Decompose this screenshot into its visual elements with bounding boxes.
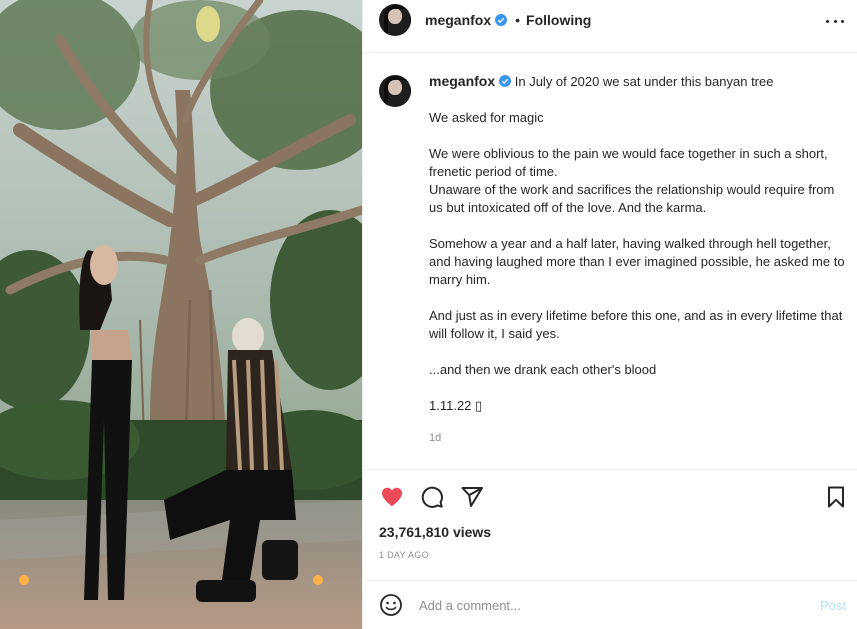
post-timestamp[interactable]: 1 DAY AGO bbox=[379, 550, 429, 560]
caption-paragraph: We were oblivious to the pain we would f… bbox=[429, 146, 835, 215]
views-count[interactable]: 23,761,810 views bbox=[379, 524, 491, 540]
more-options-icon[interactable] bbox=[826, 12, 844, 30]
comment-icon[interactable] bbox=[419, 484, 445, 510]
caption-paragraph: 1.11.22 ▯ bbox=[429, 398, 483, 413]
caption-time[interactable]: 1d bbox=[429, 429, 849, 447]
caption-first-text: In July of 2020 we sat under this banyan… bbox=[514, 74, 774, 89]
caption-avatar[interactable] bbox=[379, 75, 411, 107]
bookmark-icon[interactable] bbox=[823, 484, 849, 510]
like-icon[interactable] bbox=[379, 484, 405, 510]
divider bbox=[363, 52, 857, 53]
caption-username[interactable]: meganfox bbox=[429, 73, 495, 89]
paper-plane-icon[interactable] bbox=[459, 484, 485, 510]
divider bbox=[363, 469, 857, 470]
caption-body: meganfox In July of 2020 we sat under th… bbox=[429, 72, 849, 447]
caption-paragraph: ...and then we drank each other's blood bbox=[429, 362, 657, 377]
avatar[interactable] bbox=[379, 4, 411, 36]
post-side-panel: meganfox • Following meganfox In July of… bbox=[362, 0, 857, 629]
caption-paragraph: And just as in every lifetime before thi… bbox=[429, 308, 846, 341]
separator: • bbox=[515, 12, 521, 28]
comment-input[interactable] bbox=[419, 597, 799, 613]
comment-bar: Post bbox=[363, 581, 857, 629]
caption-paragraph: Somehow a year and a half later, having … bbox=[429, 236, 849, 287]
header-username[interactable]: meganfox bbox=[425, 12, 491, 28]
post-photo[interactable] bbox=[0, 0, 362, 629]
verified-badge-icon bbox=[495, 14, 508, 26]
caption-first-line: meganfox In July of 2020 we sat under th… bbox=[429, 72, 849, 91]
photo-illustration bbox=[0, 0, 362, 629]
emoji-icon[interactable] bbox=[379, 593, 403, 617]
caption-paragraph: We asked for magic bbox=[429, 110, 544, 125]
following-button[interactable]: Following bbox=[526, 12, 591, 28]
post-comment-button[interactable]: Post bbox=[820, 598, 846, 613]
caption: meganfox In July of 2020 we sat under th… bbox=[379, 72, 849, 447]
verified-badge-icon bbox=[499, 75, 512, 87]
post-header: meganfox • Following bbox=[363, 0, 857, 40]
instagram-post: meganfox • Following meganfox In July of… bbox=[0, 0, 857, 629]
action-bar bbox=[379, 484, 849, 508]
